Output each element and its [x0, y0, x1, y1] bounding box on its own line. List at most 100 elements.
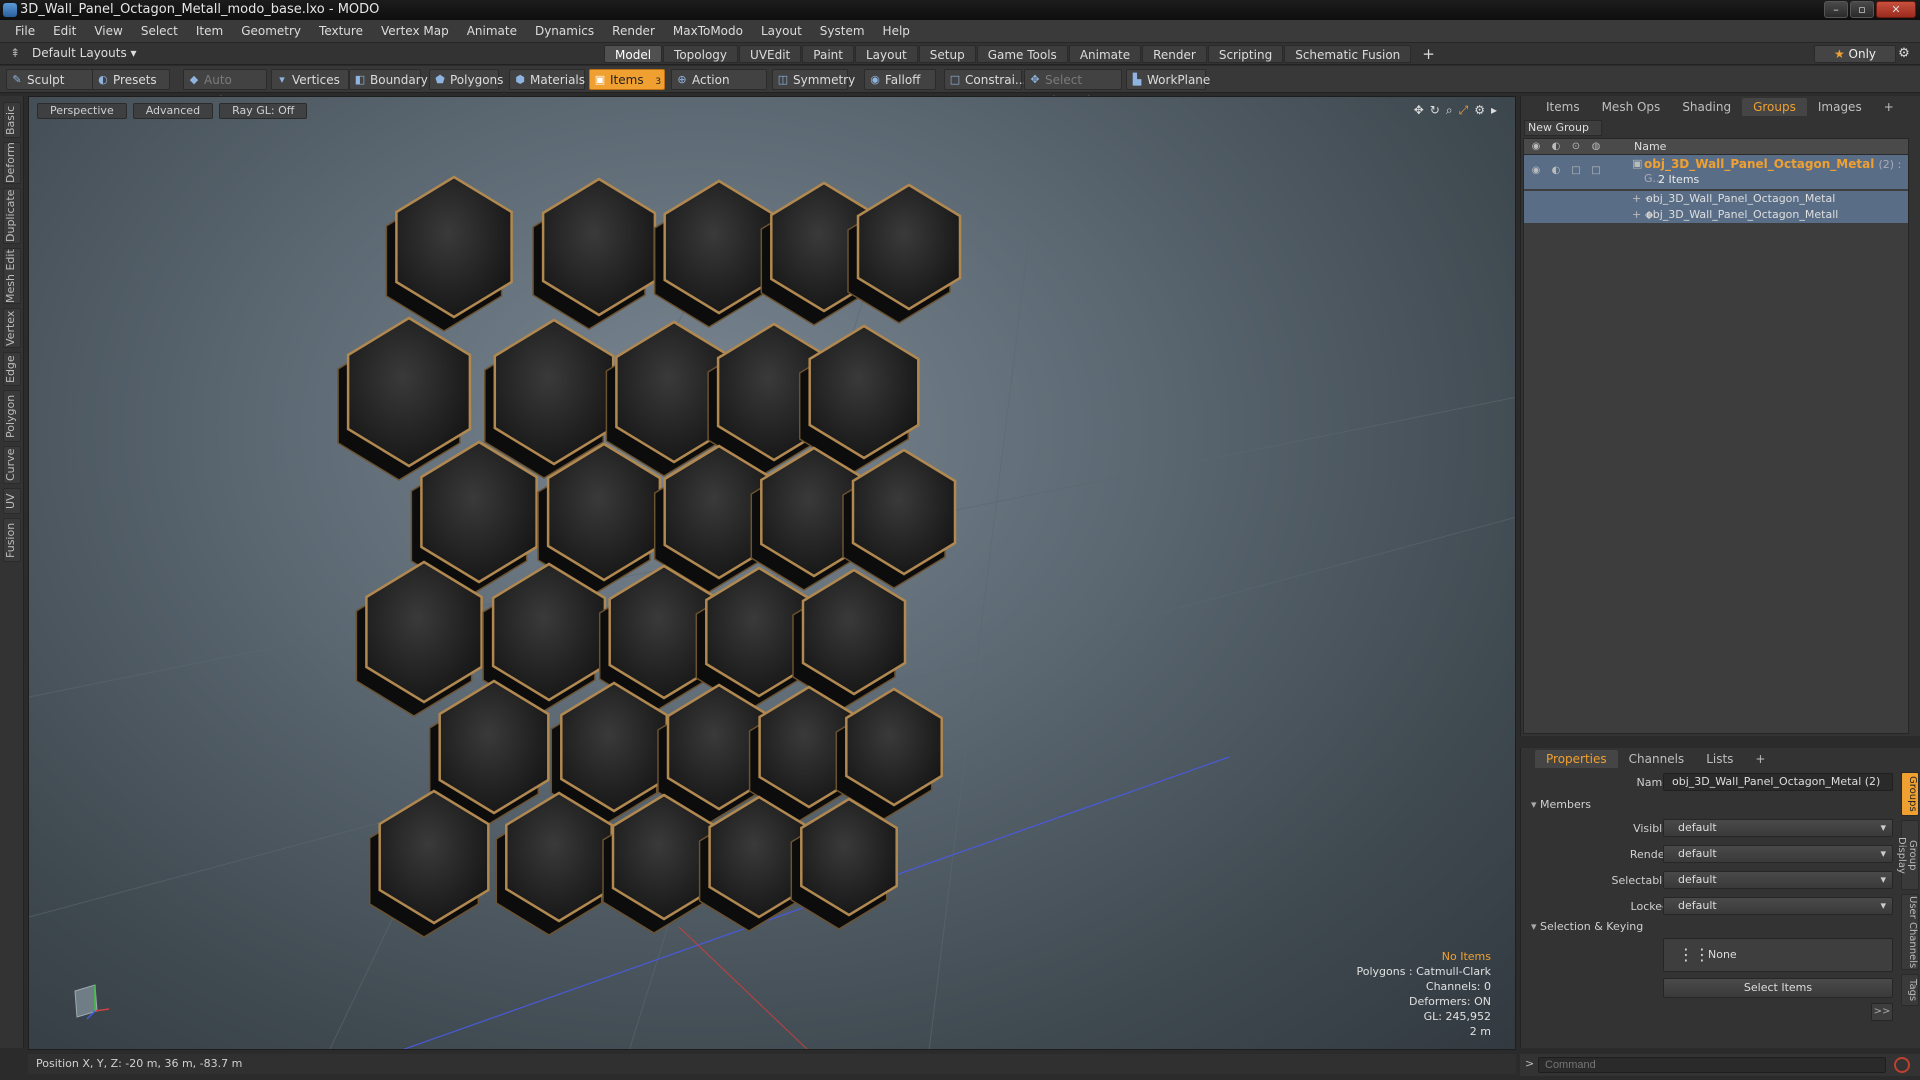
- menu-vertex-map[interactable]: Vertex Map: [372, 20, 458, 43]
- selection-keying-section[interactable]: Selection & Keying: [1531, 920, 1643, 933]
- tab-scripting[interactable]: Scripting: [1207, 45, 1284, 63]
- render-dropdown[interactable]: default: [1663, 845, 1893, 863]
- rotate-view-icon[interactable]: ↻: [1430, 103, 1440, 118]
- add-prop-tab-button[interactable]: +: [1744, 750, 1776, 768]
- side-tab-tags[interactable]: Tags: [1901, 974, 1919, 1006]
- action-center-button[interactable]: ⊕Action Center: [671, 69, 767, 108]
- add-tab-button[interactable]: +: [1412, 45, 1445, 63]
- add-panel-tab-button[interactable]: +: [1873, 98, 1905, 116]
- materials-button[interactable]: ⬢ Materials: [509, 69, 585, 90]
- tab-paint[interactable]: Paint: [802, 45, 854, 63]
- menu-help[interactable]: Help: [874, 20, 919, 43]
- items-button[interactable]: ▣ Items 3: [589, 69, 665, 90]
- gear-icon[interactable]: ⚙: [1894, 45, 1914, 63]
- fit-view-icon[interactable]: ⤢: [1459, 103, 1469, 118]
- zoom-view-icon[interactable]: ⌕: [1446, 103, 1453, 118]
- name-field[interactable]: obj_3D_Wall_Panel_Octagon_Metal (2): [1663, 773, 1893, 791]
- falloff-button[interactable]: ◉ Falloff: [864, 69, 936, 90]
- tab-game-tools[interactable]: Game Tools: [976, 45, 1068, 63]
- tab-items[interactable]: Items: [1535, 98, 1591, 116]
- view-settings-icon[interactable]: ⚙: [1474, 103, 1485, 118]
- close-button[interactable]: ✕: [1876, 1, 1916, 18]
- tab-vertex[interactable]: Vertex: [3, 308, 21, 348]
- side-tab-user-channels[interactable]: User Channels: [1901, 894, 1919, 970]
- new-group-button[interactable]: New Group: [1524, 120, 1602, 136]
- default-layouts-dropdown[interactable]: ⇞ Default Layouts ▾: [10, 46, 137, 60]
- tab-duplicate[interactable]: Duplicate: [3, 188, 21, 244]
- auto-select-button[interactable]: ◆Auto Select: [183, 69, 267, 108]
- tab-render[interactable]: Render: [1142, 45, 1207, 63]
- row-lock-icon[interactable]: □: [1570, 165, 1582, 177]
- tab-channels[interactable]: Channels: [1618, 750, 1696, 768]
- lock-icon[interactable]: ⊙: [1570, 141, 1582, 153]
- tab-images[interactable]: Images: [1807, 98, 1873, 116]
- tab-mesh-edit[interactable]: Mesh Edit: [3, 248, 21, 304]
- name-column-header[interactable]: Name: [1634, 139, 1666, 155]
- visibility-eye-icon[interactable]: ◉: [1530, 141, 1542, 153]
- tab-groups[interactable]: Groups: [1742, 98, 1807, 116]
- group-child-row[interactable]: + ⌁ obj_3D_Wall_Panel_Octagon_Metal: [1524, 191, 1908, 207]
- menu-layout[interactable]: Layout: [752, 20, 811, 43]
- none-button[interactable]: ⋮⋮ None: [1663, 938, 1893, 972]
- render-icon[interactable]: ◐: [1550, 141, 1562, 153]
- select-through-button[interactable]: ✥Select Through: [1024, 69, 1122, 108]
- maximize-button[interactable]: ▫: [1850, 1, 1874, 18]
- tab-schematic-fusion[interactable]: Schematic Fusion: [1284, 45, 1412, 63]
- side-tab-groups[interactable]: Groups: [1901, 772, 1919, 816]
- tab-setup[interactable]: Setup: [918, 45, 976, 63]
- sculpt-button[interactable]: ✎ Sculpt: [6, 69, 94, 90]
- tab-basic[interactable]: Basic: [3, 102, 21, 138]
- menu-edit[interactable]: Edit: [44, 20, 85, 43]
- row-render-icon[interactable]: ◐: [1550, 165, 1562, 177]
- tab-layout[interactable]: Layout: [854, 45, 918, 63]
- menu-file[interactable]: File: [6, 20, 44, 43]
- presets-button[interactable]: ◐ Presets: [92, 69, 170, 90]
- view-expand-icon[interactable]: ▸: [1491, 103, 1497, 118]
- members-section[interactable]: Members: [1531, 798, 1591, 811]
- constraint-button[interactable]: □ Constrai...: [944, 69, 1026, 90]
- tab-fusion[interactable]: Fusion: [3, 518, 21, 562]
- tab-uv[interactable]: UV: [3, 488, 21, 514]
- select-items-button[interactable]: Select Items: [1663, 978, 1893, 998]
- locked-dropdown[interactable]: default: [1663, 897, 1893, 915]
- 3d-viewport[interactable]: Perspective Advanced Ray GL: Off ✥ ↻ ⌕ ⤢…: [28, 96, 1516, 1050]
- group-child-row[interactable]: + ◈ obj_3D_Wall_Panel_Octagon_Metall: [1524, 207, 1908, 223]
- row-eye-icon[interactable]: ◉: [1530, 165, 1542, 177]
- only-button[interactable]: ★ Only: [1814, 45, 1896, 63]
- menu-system[interactable]: System: [811, 20, 874, 43]
- view-mode-button[interactable]: Perspective: [37, 103, 127, 119]
- selectable-dropdown[interactable]: default: [1663, 871, 1893, 889]
- tab-polygon[interactable]: Polygon: [3, 390, 21, 442]
- tab-model[interactable]: Model: [604, 45, 663, 63]
- menu-dynamics[interactable]: Dynamics: [526, 20, 603, 43]
- menu-maxtomodo[interactable]: MaxToModo: [664, 20, 752, 43]
- tab-mesh-ops[interactable]: Mesh Ops: [1591, 98, 1672, 116]
- raygl-button[interactable]: Ray GL: Off: [219, 103, 308, 119]
- more-button[interactable]: >>: [1871, 1003, 1893, 1021]
- menu-geometry[interactable]: Geometry: [232, 20, 310, 43]
- selectable-icon[interactable]: ◍: [1590, 141, 1602, 153]
- vertices-button[interactable]: ▾Vertices 1: [271, 69, 349, 108]
- shading-mode-button[interactable]: Advanced: [132, 103, 214, 119]
- command-input[interactable]: [1538, 1057, 1886, 1073]
- group-row[interactable]: ◉ ◐ □ □ ▣ obj_3D_Wall_Panel_Octagon_Meta…: [1524, 155, 1908, 189]
- tab-properties[interactable]: Properties: [1535, 750, 1618, 768]
- row-select-icon[interactable]: □: [1590, 165, 1602, 177]
- menu-texture[interactable]: Texture: [310, 20, 372, 43]
- side-tab-group-display[interactable]: Group Display: [1896, 820, 1919, 890]
- tab-deform[interactable]: Deform: [3, 142, 21, 184]
- tab-edge[interactable]: Edge: [3, 352, 21, 386]
- tab-curve[interactable]: Curve: [3, 446, 21, 484]
- polygons-button[interactable]: ⬟ Polygons: [429, 69, 503, 90]
- visible-dropdown[interactable]: default: [1663, 819, 1893, 837]
- tab-topology[interactable]: Topology: [663, 45, 739, 63]
- tab-uvedit[interactable]: UVEdit: [739, 45, 802, 63]
- tab-shading[interactable]: Shading: [1671, 98, 1742, 116]
- menu-animate[interactable]: Animate: [458, 20, 526, 43]
- menu-select[interactable]: Select: [132, 20, 187, 43]
- move-view-icon[interactable]: ✥: [1414, 103, 1424, 118]
- menu-item[interactable]: Item: [187, 20, 232, 43]
- symmetry-button[interactable]: ◫ Symmetry: [772, 69, 855, 90]
- minimize-button[interactable]: –: [1824, 1, 1848, 18]
- tab-animate[interactable]: Animate: [1068, 45, 1142, 63]
